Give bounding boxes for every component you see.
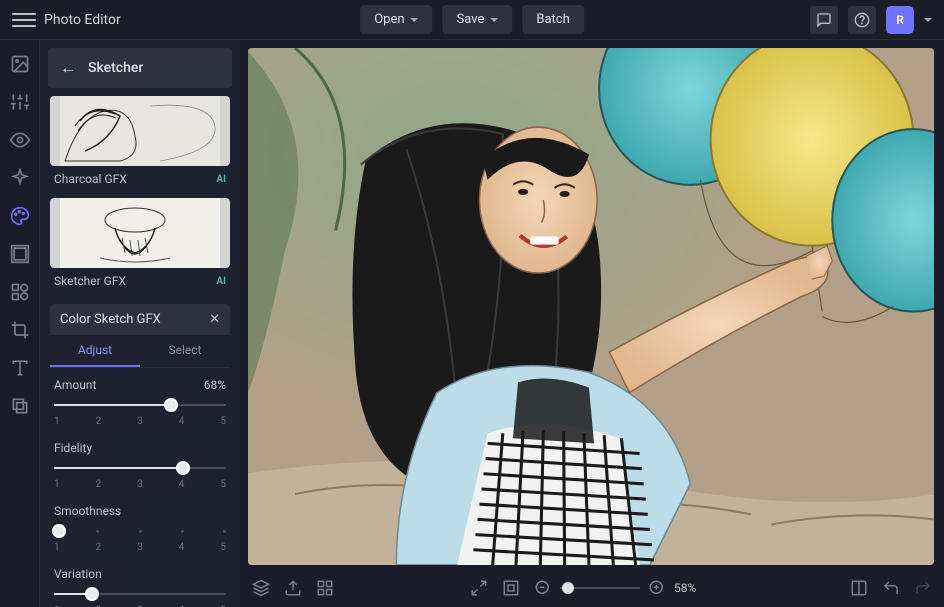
tab-select[interactable]: Select <box>140 335 230 367</box>
sidebar-title: Sketcher <box>88 60 143 76</box>
control-fidelity: Fidelity 12345 <box>54 441 226 490</box>
smoothness-slider[interactable] <box>54 524 226 538</box>
tool-rail <box>0 40 40 607</box>
palette-icon[interactable] <box>10 206 30 226</box>
layers-icon[interactable] <box>10 396 30 416</box>
batch-button[interactable]: Batch <box>522 5 583 34</box>
open-button[interactable]: Open <box>360 5 432 34</box>
control-amount: Amount68% 12345 <box>54 378 226 427</box>
active-effect-title: Color Sketch GFX <box>60 312 161 327</box>
sidebar: ← Sketcher Charcoal GFX AI Sketcher GFX AI… <box>40 40 240 607</box>
canvas-area: 58% <box>240 40 944 607</box>
canvas[interactable] <box>248 48 934 565</box>
back-arrow-icon[interactable]: ← <box>60 58 76 78</box>
chat-icon[interactable] <box>810 6 838 34</box>
effect-card-sketcher[interactable]: Sketcher GFX AI <box>50 198 230 292</box>
redo-icon[interactable] <box>914 579 932 597</box>
ai-badge: AI <box>216 276 226 287</box>
variation-label: Variation <box>54 567 102 581</box>
shapes-icon[interactable] <box>10 282 30 302</box>
control-variation: Variation 12345 <box>54 567 226 607</box>
fidelity-label: Fidelity <box>54 441 92 455</box>
amount-slider[interactable] <box>54 398 226 412</box>
effect-card-charcoal[interactable]: Charcoal GFX AI <box>50 96 230 190</box>
sparkle-icon[interactable] <box>10 168 30 188</box>
app-title: Photo Editor <box>44 12 121 28</box>
sliders-icon[interactable] <box>10 92 30 112</box>
layers-panel-icon[interactable] <box>252 579 270 597</box>
amount-label: Amount <box>54 378 96 392</box>
text-icon[interactable] <box>10 358 30 378</box>
tab-adjust[interactable]: Adjust <box>50 335 140 367</box>
active-effect-header: Color Sketch GFX ✕ <box>50 304 230 335</box>
sidebar-header: ← Sketcher <box>48 48 232 88</box>
zoom-slider[interactable] <box>560 582 640 594</box>
grid-icon[interactable] <box>316 579 334 597</box>
close-icon[interactable]: ✕ <box>209 312 220 327</box>
effect-thumb <box>50 198 230 268</box>
ai-badge: AI <box>216 174 226 185</box>
save-button[interactable]: Save <box>443 5 513 34</box>
zoom-value: 58% <box>674 581 714 595</box>
zoom-out-icon[interactable] <box>534 579 552 597</box>
export-icon[interactable] <box>284 579 302 597</box>
effect-label: Charcoal GFX <box>54 172 127 186</box>
smoothness-label: Smoothness <box>54 504 121 518</box>
effect-label: Sketcher GFX <box>54 274 126 288</box>
image-icon[interactable] <box>10 54 30 74</box>
actual-size-icon[interactable] <box>502 579 520 597</box>
bottom-bar: 58% <box>240 569 944 607</box>
menu-icon[interactable] <box>12 8 36 32</box>
zoom-in-icon[interactable] <box>648 579 666 597</box>
avatar[interactable]: R <box>886 6 914 34</box>
chevron-down-icon[interactable] <box>924 18 932 22</box>
compare-icon[interactable] <box>850 579 868 597</box>
undo-icon[interactable] <box>882 579 900 597</box>
effect-thumb <box>50 96 230 166</box>
help-icon[interactable] <box>848 6 876 34</box>
fidelity-slider[interactable] <box>54 461 226 475</box>
eye-icon[interactable] <box>10 130 30 150</box>
variation-slider[interactable] <box>54 587 226 601</box>
tabs: Adjust Select <box>50 335 230 368</box>
fit-screen-icon[interactable] <box>470 579 488 597</box>
top-bar: Photo Editor Open Save Batch R <box>0 0 944 40</box>
control-smoothness: Smoothness 12345 <box>54 504 226 553</box>
amount-value: 68% <box>204 378 226 392</box>
crop-icon[interactable] <box>10 320 30 340</box>
frame-icon[interactable] <box>10 244 30 264</box>
